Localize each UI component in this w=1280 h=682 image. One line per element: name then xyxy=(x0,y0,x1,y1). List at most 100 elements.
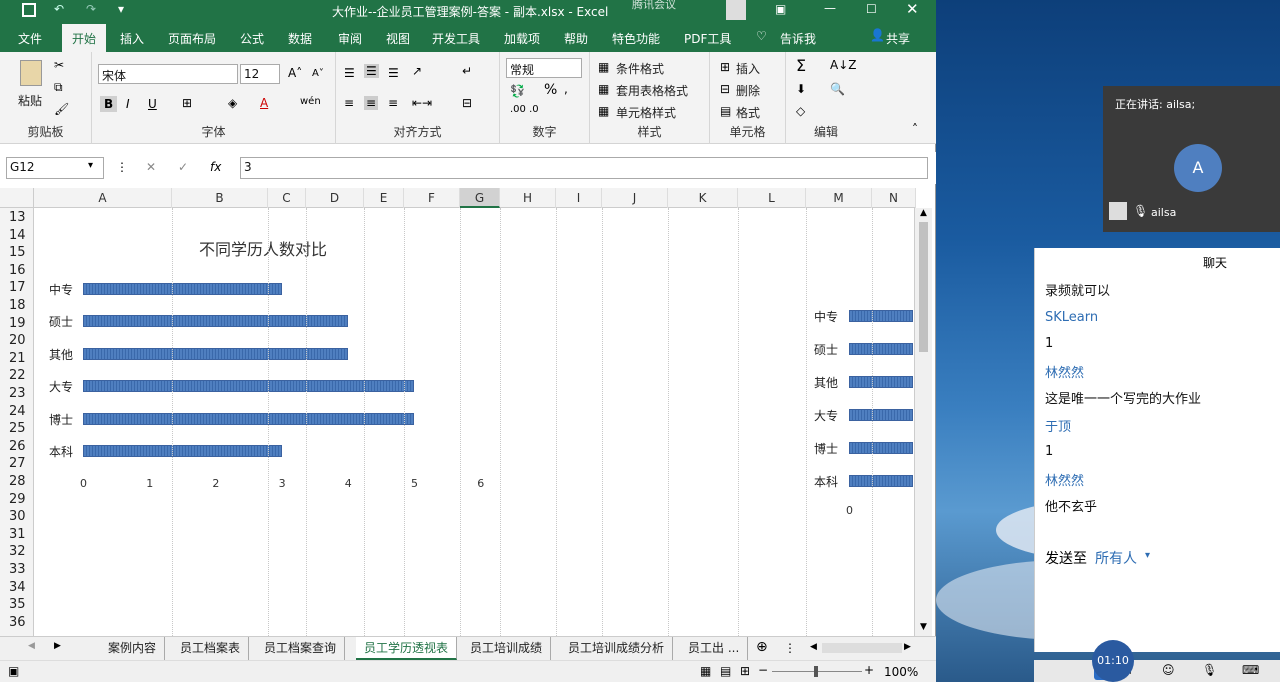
tab-insert[interactable]: 插入 xyxy=(120,30,144,47)
underline-button[interactable]: U xyxy=(148,97,157,111)
zoom-out-button[interactable]: − xyxy=(758,663,768,677)
hscroll-left-icon[interactable]: ◀ xyxy=(810,642,817,652)
tab-view[interactable]: 视图 xyxy=(386,30,410,47)
row-header[interactable]: 33 xyxy=(0,562,34,578)
undo-icon[interactable]: ↶ xyxy=(54,2,64,16)
tab-file[interactable]: 文件 xyxy=(18,30,42,47)
account-avatar[interactable] xyxy=(726,0,746,20)
more-sheets-icon[interactable]: ⋮ xyxy=(784,641,796,655)
add-sheet-icon[interactable]: ⊕ xyxy=(756,639,768,655)
paste-button[interactable]: 粘贴 xyxy=(18,92,42,109)
view-pagebreak-icon[interactable]: ⊞ xyxy=(740,664,750,678)
zoom-slider-thumb[interactable] xyxy=(814,666,818,677)
column-header[interactable]: H xyxy=(500,188,556,208)
merge-icon[interactable]: ⊟ xyxy=(462,96,472,110)
sheet-tab[interactable]: 案例内容 xyxy=(100,637,166,660)
row-header[interactable]: 34 xyxy=(0,580,34,596)
tab-data[interactable]: 数据 xyxy=(288,30,312,47)
column-header[interactable]: C xyxy=(268,188,306,208)
column-header[interactable]: L xyxy=(738,188,806,208)
data-bar[interactable] xyxy=(849,343,913,355)
customize-icon[interactable]: ▾ xyxy=(118,2,124,16)
view-normal-icon[interactable]: ▦ xyxy=(700,664,711,678)
cancel-icon[interactable]: ✕ xyxy=(146,160,156,174)
row-header[interactable]: 15 xyxy=(0,245,34,261)
align-middle-icon[interactable]: ☰ xyxy=(364,64,379,78)
number-format-select[interactable]: 常规 xyxy=(506,58,582,78)
row-header[interactable]: 26 xyxy=(0,439,34,455)
chart-2[interactable]: 中专 硕士 其他 大专 博士 本科 0 xyxy=(806,288,914,528)
wrap-text-icon[interactable]: ↵ xyxy=(462,64,472,78)
data-bar[interactable] xyxy=(849,442,913,454)
worksheet-grid[interactable]: 不同学历人数对比 中专 硕士 其他 大专 博士 本科 0 1 2 3 4 5 6 中专 硕士 其他 大专 博士本… xyxy=(34,208,914,636)
send-to-dropdown-icon[interactable]: ▾ xyxy=(1145,550,1150,561)
scroll-thumb[interactable] xyxy=(919,222,928,352)
row-header[interactable]: 29 xyxy=(0,492,34,508)
name-box-dropdown-icon[interactable]: ▾ xyxy=(88,160,93,171)
decimal-icon[interactable]: .00 .0 xyxy=(510,104,539,115)
data-bar[interactable] xyxy=(849,409,913,421)
format-table-button[interactable]: 套用表格格式 xyxy=(616,82,688,99)
row-header[interactable]: 24 xyxy=(0,404,34,420)
row-header[interactable]: 13 xyxy=(0,210,34,226)
view-layout-icon[interactable]: ▤ xyxy=(720,664,731,678)
tab-developer[interactable]: 开发工具 xyxy=(432,30,480,47)
font-size-select[interactable]: 12 xyxy=(240,64,280,84)
formula-input[interactable]: 3 xyxy=(240,157,928,179)
row-header[interactable]: 23 xyxy=(0,386,34,402)
tell-me-search[interactable]: 告诉我 xyxy=(780,30,816,47)
sheet-tab[interactable]: 员工档案表 xyxy=(172,637,250,660)
emoji-icon[interactable]: ☺ xyxy=(1162,663,1175,677)
fill-icon[interactable]: ⬇ xyxy=(796,82,806,96)
column-header[interactable]: B xyxy=(172,188,268,208)
next-sheet-icon[interactable]: ▶ xyxy=(54,641,61,651)
scroll-up-icon[interactable]: ▲ xyxy=(920,208,927,218)
cell-styles-button[interactable]: 单元格样式 xyxy=(616,104,676,121)
collapse-ribbon-icon[interactable]: ˄ xyxy=(912,122,918,136)
font-name-select[interactable]: 宋体 xyxy=(98,64,238,84)
data-bar[interactable] xyxy=(849,475,913,487)
row-header[interactable]: 27 xyxy=(0,456,34,472)
align-center-icon[interactable]: ≡ xyxy=(364,96,379,110)
align-top-icon[interactable]: ☰ xyxy=(344,66,355,80)
enter-icon[interactable]: ✓ xyxy=(178,160,188,174)
paste-icon[interactable] xyxy=(20,60,42,86)
scroll-down-icon[interactable]: ▼ xyxy=(920,622,927,632)
column-header[interactable]: K xyxy=(668,188,738,208)
clear-icon[interactable]: ◇ xyxy=(796,104,805,118)
data-bar[interactable] xyxy=(83,315,348,328)
row-header[interactable]: 25 xyxy=(0,421,34,437)
select-all[interactable] xyxy=(0,188,34,208)
find-icon[interactable]: 🔍 xyxy=(830,82,845,96)
tab-help[interactable]: 帮助 xyxy=(564,30,588,47)
vertical-scrollbar[interactable]: ▲ ▼ xyxy=(914,208,932,636)
phonetic-icon[interactable]: wén xyxy=(300,96,321,107)
bold-button[interactable]: B xyxy=(100,96,118,112)
conditional-format-button[interactable]: 条件格式 xyxy=(616,60,664,77)
tab-page-layout[interactable]: 页面布局 xyxy=(168,30,216,47)
row-header[interactable]: 22 xyxy=(0,368,34,384)
row-header[interactable]: 35 xyxy=(0,597,34,613)
italic-button[interactable]: I xyxy=(126,97,130,111)
row-header[interactable]: 17 xyxy=(0,280,34,296)
cut-icon[interactable]: ✂ xyxy=(54,58,64,72)
format-painter-icon[interactable]: 🖌 xyxy=(54,102,69,116)
column-header[interactable]: J xyxy=(602,188,668,208)
row-header[interactable]: 14 xyxy=(0,228,34,244)
redo-icon[interactable]: ↷ xyxy=(86,2,96,16)
align-right-icon[interactable]: ≡ xyxy=(388,96,398,110)
sheet-tab[interactable]: 员工学历透视表 xyxy=(356,637,458,660)
keyboard-icon[interactable]: ⌨ xyxy=(1242,663,1259,677)
zoom-in-button[interactable]: + xyxy=(864,663,874,677)
hscroll-right-icon[interactable]: ▶ xyxy=(904,642,911,652)
row-header[interactable]: 20 xyxy=(0,333,34,349)
chart-1[interactable]: 不同学历人数对比 中专 硕士 其他 大专 博士 本科 0 1 2 3 4 5 6 xyxy=(34,208,504,498)
data-bar[interactable] xyxy=(83,283,282,295)
minimize-icon[interactable]: — xyxy=(824,1,836,15)
tab-addins[interactable]: 加载项 xyxy=(504,30,540,47)
row-header[interactable]: 19 xyxy=(0,316,34,332)
tab-home[interactable]: 开始 xyxy=(62,24,107,52)
tab-review[interactable]: 审阅 xyxy=(338,30,362,47)
maximize-icon[interactable]: ☐ xyxy=(866,2,877,16)
column-header[interactable]: E xyxy=(364,188,404,208)
